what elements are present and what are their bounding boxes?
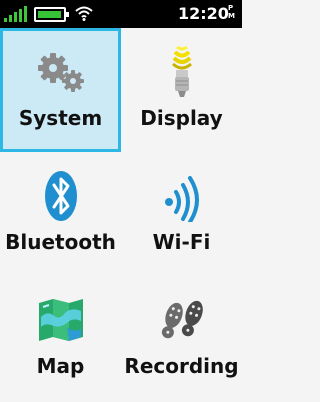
- menu-tile-system[interactable]: System: [0, 28, 121, 152]
- wifi-icon: [164, 176, 199, 222]
- menu-tile-label: Display: [140, 106, 223, 130]
- clock-time: 12:20: [178, 4, 229, 23]
- menu-tile-display[interactable]: Display: [121, 28, 242, 152]
- bluetooth-icon: [44, 171, 77, 221]
- menu-tile-label: System: [18, 106, 103, 130]
- map-icon: [38, 299, 83, 341]
- menu-tile-label: Map: [36, 354, 85, 378]
- battery-icon: [34, 7, 69, 22]
- menu-tile-label: Recording: [124, 354, 239, 378]
- menu-tile-label: Bluetooth: [5, 230, 116, 254]
- status-bar: 12:20 P M: [0, 0, 242, 28]
- menu-tile-map[interactable]: Map: [0, 276, 121, 400]
- signal-icon: [4, 6, 28, 22]
- wifi-icon: [75, 6, 93, 21]
- menu-tile-wifi[interactable]: Wi-Fi: [121, 152, 242, 276]
- gears-icon: [37, 53, 84, 92]
- clock-ampm: P M: [228, 4, 235, 20]
- footprints-icon: [161, 300, 203, 339]
- menu-tile-bluetooth[interactable]: Bluetooth: [0, 152, 121, 276]
- menu-tile-recording[interactable]: Recording: [121, 276, 242, 400]
- menu-tile-label: Wi-Fi: [152, 230, 211, 254]
- light-bulb-icon: [171, 45, 192, 97]
